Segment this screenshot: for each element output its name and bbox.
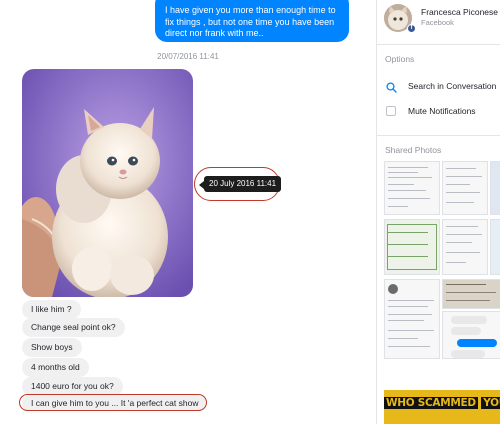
message-timestamp: 20/07/2016 11:41 [157, 52, 219, 61]
contact-platform: Facebook [421, 18, 454, 27]
outgoing-message: I have given you more than enough time t… [155, 0, 349, 42]
shared-photo-thumbnail[interactable] [442, 279, 500, 309]
incoming-message: Change seal point ok? [22, 318, 125, 337]
shared-photo-thumbnail[interactable] [384, 279, 440, 359]
mute-notifications-option[interactable]: Mute Notifications [408, 106, 476, 116]
sidebar-separator [377, 44, 500, 45]
conversation-sidebar: f Francesca Piconese Facebook Options Se… [377, 0, 500, 424]
shared-kitten-photo[interactable] [22, 69, 193, 297]
watermark-text: WHO SCAMMED YOU.COM [384, 397, 500, 409]
timestamp-tooltip: 20 July 2016 11:41 [204, 176, 282, 192]
kitten-photo-image [22, 69, 193, 297]
shared-photo-thumbnail[interactable] [384, 161, 440, 215]
shared-photos-title: Shared Photos [385, 145, 442, 155]
shared-photo-thumbnail[interactable] [442, 161, 488, 215]
search-icon [386, 80, 397, 98]
incoming-message: 4 months old [22, 358, 89, 377]
watermark-banner: WHO SCAMMED YOU.COM [384, 390, 500, 424]
shared-photo-thumbnail[interactable] [490, 161, 500, 215]
shared-photo-thumbnail[interactable] [442, 311, 500, 359]
contact-name[interactable]: Francesca Piconese [421, 7, 498, 17]
shared-photo-thumbnail[interactable] [442, 219, 488, 275]
incoming-message: Show boys [22, 338, 82, 357]
shared-photo-thumbnail[interactable] [490, 219, 500, 275]
facebook-icon: f [407, 24, 416, 33]
mute-checkbox[interactable] [386, 106, 396, 116]
incoming-message: I like him ? [22, 300, 81, 319]
message-highlight-ring [19, 394, 207, 411]
search-in-conversation-option[interactable]: Search in Conversation [408, 81, 496, 91]
sidebar-separator [377, 135, 500, 136]
options-title: Options [385, 54, 415, 64]
conversation-panel: I have given you more than enough time t… [0, 0, 376, 424]
shared-photo-thumbnail[interactable] [384, 219, 440, 275]
